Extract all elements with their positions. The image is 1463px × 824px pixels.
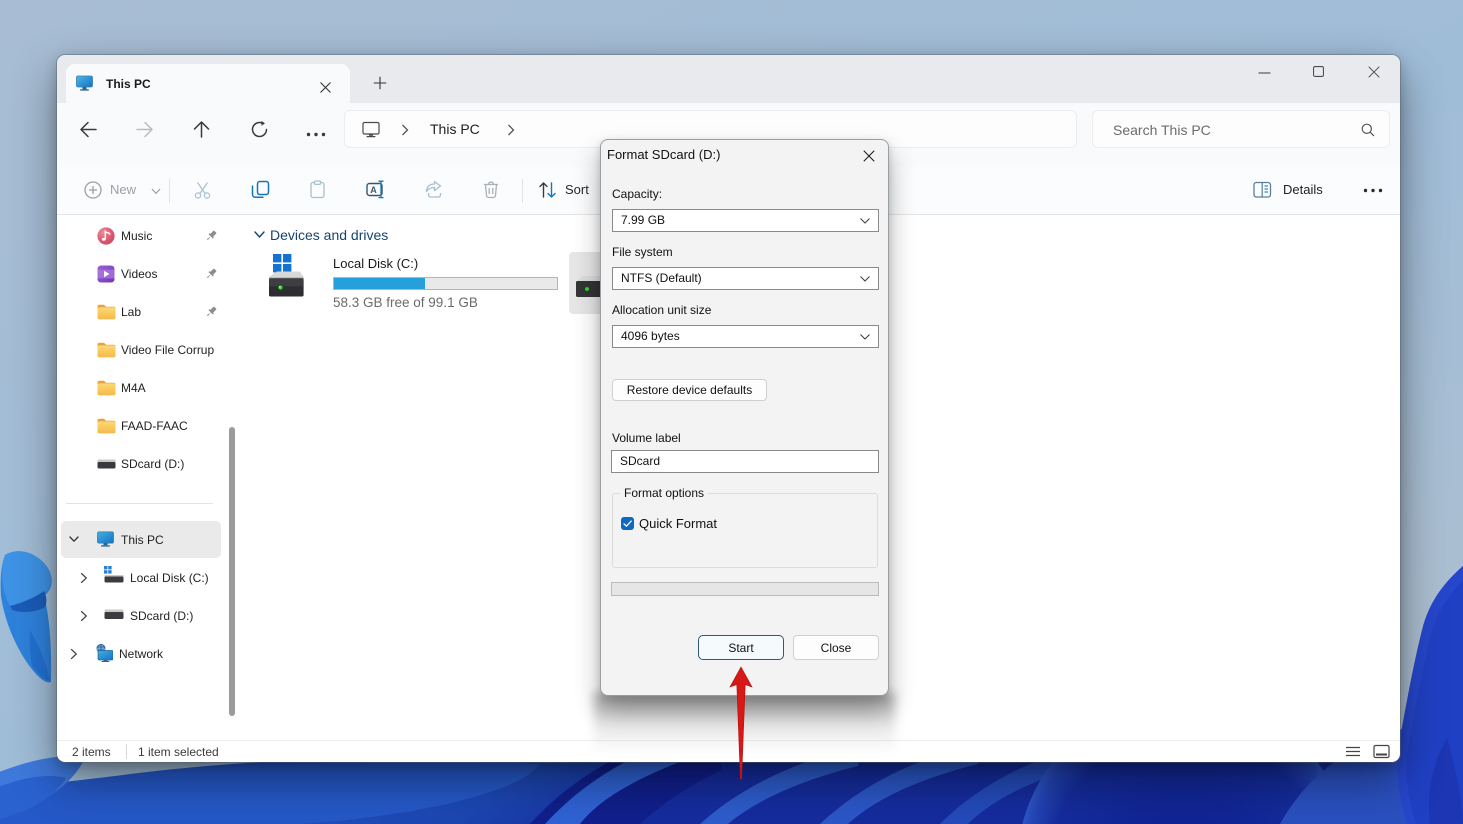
svg-text:A: A [370,185,377,195]
